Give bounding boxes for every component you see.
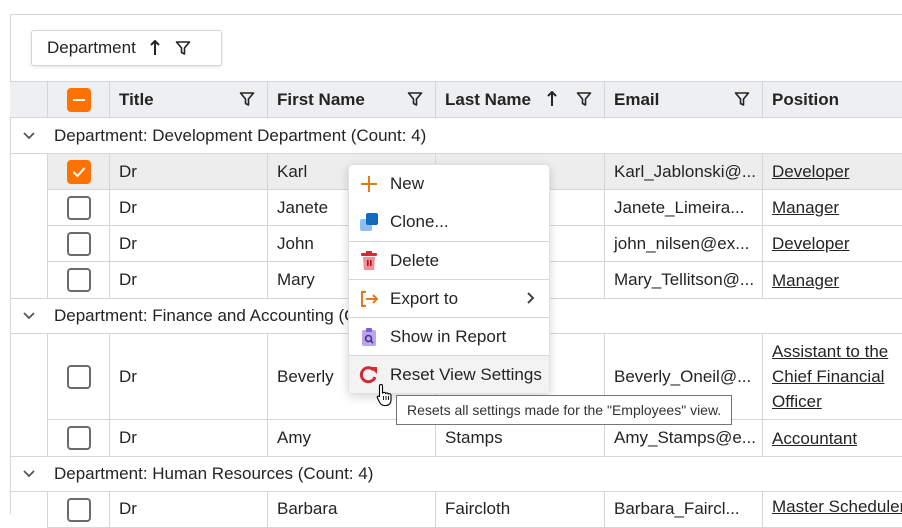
row-checkbox[interactable] xyxy=(66,231,91,256)
cell-position[interactable]: Master Scheduler xyxy=(762,492,902,527)
column-header-label: First Name xyxy=(277,89,365,109)
column-header-row: Title First Name Last Name Email Positio… xyxy=(10,81,902,118)
menu-item-label: Delete xyxy=(390,250,440,270)
chevron-right-icon xyxy=(526,290,535,310)
table-row[interactable]: Dr Amy Stamps Amy_Stamps@e... Accountant xyxy=(47,420,902,456)
cell-position[interactable]: Accountant xyxy=(762,420,902,456)
cell-title: Dr xyxy=(109,226,267,261)
row-checkbox[interactable] xyxy=(66,498,91,522)
menu-item-clone[interactable]: Clone... xyxy=(349,203,549,241)
cell-title: Dr xyxy=(109,190,267,225)
column-header-label: Last Name xyxy=(445,89,531,109)
hand-pointer-cursor-icon xyxy=(376,383,394,412)
position-link[interactable]: Developer xyxy=(772,231,850,256)
column-header-label: Position xyxy=(772,89,840,109)
menu-item-label: Export to xyxy=(390,288,459,308)
row-checkbox[interactable] xyxy=(66,364,91,389)
menu-item-new[interactable]: New xyxy=(349,165,549,203)
cell-position[interactable]: Manager xyxy=(762,190,902,225)
column-header-label: Email xyxy=(614,89,660,109)
context-menu: New Clone... Delete Export to Show in Re… xyxy=(348,164,550,394)
menu-item-label: Clone... xyxy=(390,212,449,231)
position-link[interactable]: Master Scheduler xyxy=(772,494,902,519)
position-link[interactable]: Assistant to the Chief Financial Officer xyxy=(772,339,902,414)
cell-position[interactable]: Developer xyxy=(762,226,902,261)
cell-title: Dr xyxy=(109,154,267,189)
chevron-down-icon[interactable] xyxy=(10,131,47,140)
cell-title: Dr xyxy=(109,420,267,456)
column-header-first-name[interactable]: First Name xyxy=(267,82,435,117)
filter-icon[interactable] xyxy=(407,91,423,112)
position-link[interactable]: Accountant xyxy=(772,426,857,451)
cell-last-name: Stamps xyxy=(435,420,604,456)
group-by-department-chip[interactable]: Department xyxy=(31,30,222,66)
position-link[interactable]: Manager xyxy=(772,195,839,220)
trash-icon xyxy=(359,250,379,271)
row-checkbox[interactable] xyxy=(66,195,91,220)
cell-position[interactable]: Manager xyxy=(762,262,902,298)
filter-icon[interactable] xyxy=(576,91,592,112)
tooltip: Resets all settings made for the "Employ… xyxy=(396,395,733,425)
position-link[interactable]: Developer xyxy=(772,159,850,184)
chevron-down-icon[interactable] xyxy=(10,470,47,478)
row-checkbox[interactable] xyxy=(66,426,91,450)
select-all-header[interactable] xyxy=(47,82,109,117)
group-row[interactable]: Department: Development Department (Coun… xyxy=(10,118,902,154)
sort-ascending-icon[interactable] xyxy=(546,90,558,112)
menu-item-label: Reset View Settings xyxy=(390,364,542,384)
menu-item-label: Show in Report xyxy=(390,326,507,346)
menu-item-label: New xyxy=(390,174,425,193)
row-checkbox[interactable] xyxy=(66,268,91,292)
column-header-position[interactable]: Position xyxy=(762,82,902,117)
cell-email: Janete_Limeira... xyxy=(604,190,762,225)
group-label: Department: Development Department (Coun… xyxy=(54,125,427,145)
chevron-down-icon[interactable] xyxy=(10,312,47,320)
reset-icon xyxy=(359,365,379,385)
export-icon xyxy=(359,289,379,309)
position-link[interactable]: Manager xyxy=(772,268,839,293)
filter-icon[interactable] xyxy=(734,91,750,112)
cell-last-name: Faircloth xyxy=(435,492,604,527)
cell-email: Karl_Jablonski@... xyxy=(604,154,762,189)
cell-title: Dr xyxy=(109,262,267,298)
menu-item-show-in-report[interactable]: Show in Report xyxy=(349,317,549,355)
menu-item-delete[interactable]: Delete xyxy=(349,241,549,279)
column-header-last-name[interactable]: Last Name xyxy=(435,82,604,117)
clone-icon xyxy=(359,212,379,232)
cell-email: Barbara_Faircl... xyxy=(604,492,762,527)
cell-title: Dr xyxy=(109,334,267,419)
column-header-label: Title xyxy=(119,89,154,109)
column-header-email[interactable]: Email xyxy=(604,82,762,117)
cell-email: john_nilsen@ex... xyxy=(604,226,762,261)
cell-email: Mary_Tellitson@... xyxy=(604,262,762,298)
select-all-checkbox[interactable] xyxy=(66,87,91,112)
table-row[interactable]: Dr Barbara Faircloth Barbara_Faircl... M… xyxy=(47,492,902,528)
menu-item-export-to[interactable]: Export to xyxy=(349,279,549,317)
cell-first-name: Amy xyxy=(267,420,435,456)
group-row[interactable]: Department: Human Resources (Count: 4) xyxy=(10,456,902,492)
plus-icon xyxy=(359,174,379,194)
cell-email: Amy_Stamps@e... xyxy=(604,420,762,456)
group-label: Department: Human Resources (Count: 4) xyxy=(54,464,374,483)
column-header-title[interactable]: Title xyxy=(109,82,267,117)
group-by-label: Department xyxy=(47,38,136,57)
filter-icon[interactable] xyxy=(174,39,192,57)
cell-position[interactable]: Developer xyxy=(762,154,902,189)
cell-title: Dr xyxy=(109,492,267,527)
sort-ascending-icon[interactable] xyxy=(146,39,164,57)
cell-position[interactable]: Assistant to the Chief Financial Officer xyxy=(762,334,902,419)
cell-first-name: Barbara xyxy=(267,492,435,527)
filter-icon[interactable] xyxy=(239,91,255,112)
report-icon xyxy=(359,327,379,347)
row-checkbox[interactable] xyxy=(66,159,91,184)
